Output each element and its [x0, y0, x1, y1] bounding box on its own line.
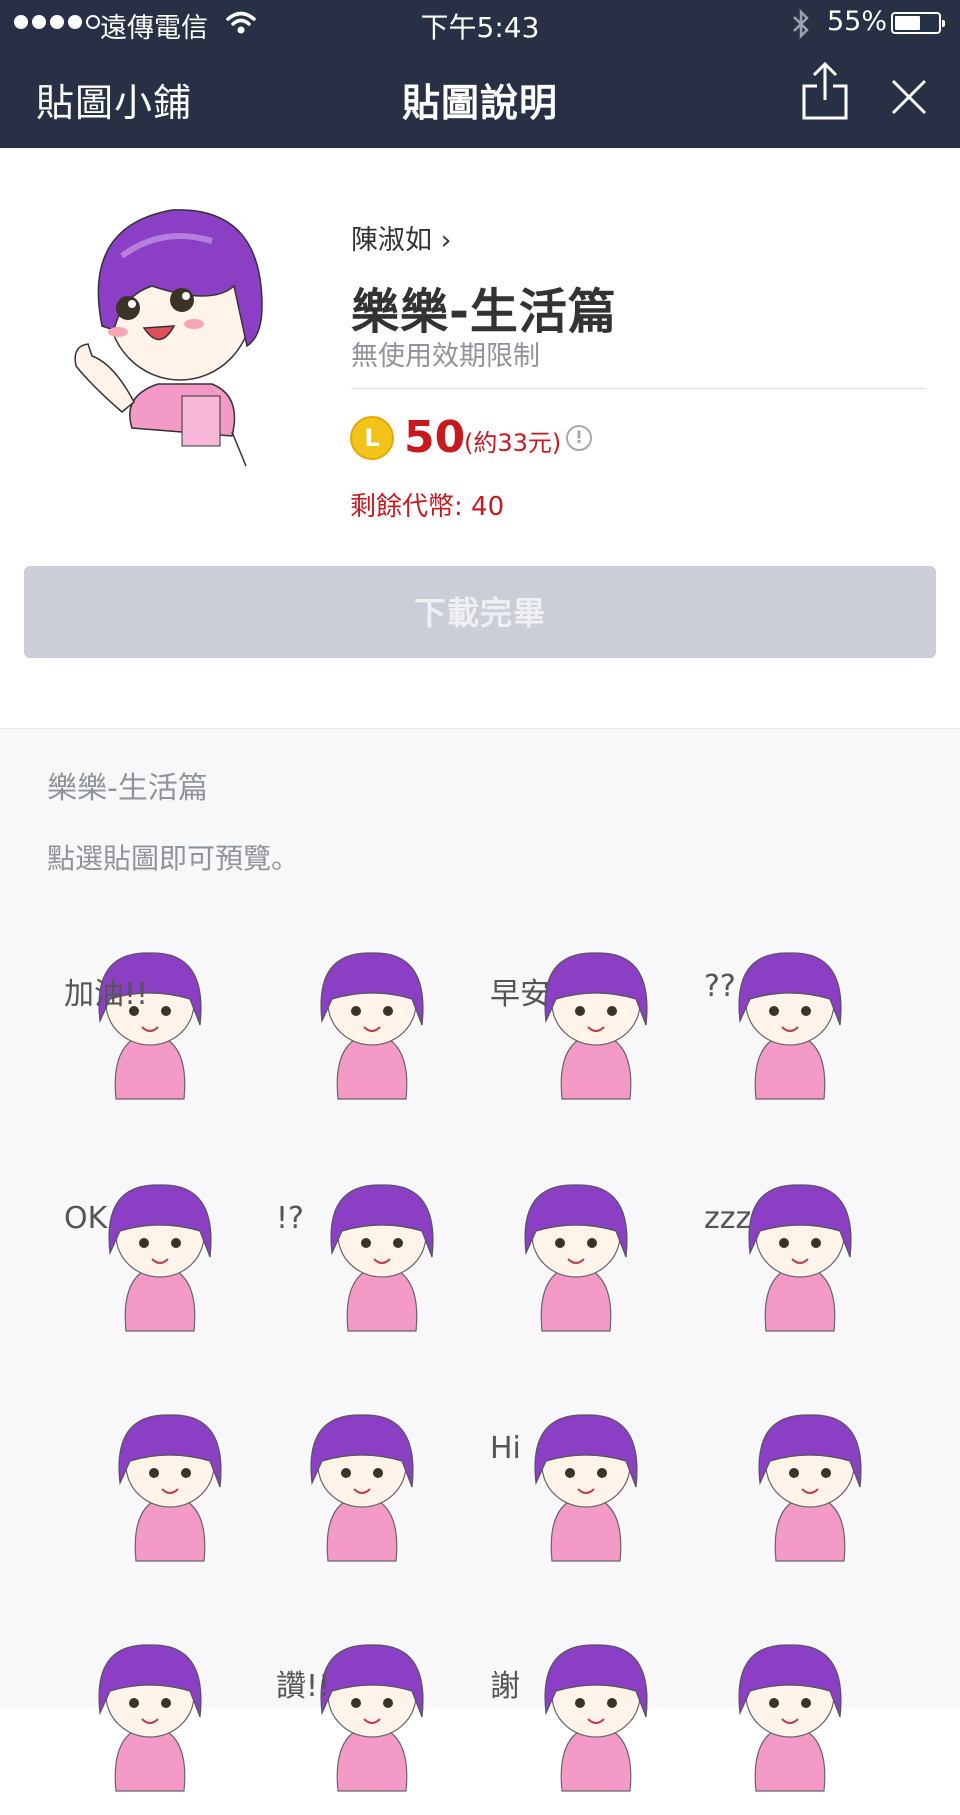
- sticker-thumbnail[interactable]: OK: [60, 1161, 260, 1351]
- author-name: 陳淑如: [351, 225, 432, 256]
- author-link[interactable]: 陳淑如 ›: [351, 218, 451, 257]
- price-value: 50: [404, 412, 466, 463]
- sticker-thumbnail[interactable]: zzz: [700, 1161, 900, 1351]
- share-icon[interactable]: [800, 60, 850, 126]
- sticker-thumbnail[interactable]: Hi: [486, 1391, 686, 1581]
- bluetooth-icon: [790, 8, 812, 44]
- sticker-caption: !?: [276, 1201, 304, 1236]
- sticker-thumbnail[interactable]: ??: [700, 929, 900, 1119]
- sticker-title: 樂樂-生活篇: [351, 284, 617, 340]
- price-approx: (約33元): [464, 429, 562, 457]
- sticker-thumbnail[interactable]: [60, 1391, 260, 1581]
- sticker-caption: zzz: [704, 1201, 752, 1236]
- sticker-caption: OK: [64, 1201, 108, 1236]
- sticker-caption: 加油!!: [64, 977, 149, 1012]
- sticker-thumbnail[interactable]: 謝: [486, 1621, 686, 1811]
- sticker-thumbnail[interactable]: [60, 1621, 260, 1811]
- sticker-preview-section: 樂樂-生活篇 點選貼圖即可預覽。 加油!! 早安?? OK!? zzz Hi 讚!! 謝: [0, 728, 960, 1792]
- sticker-caption: 謝: [490, 1669, 520, 1704]
- validity-text: 無使用效期限制: [351, 341, 540, 372]
- sticker-thumbnail[interactable]: !?: [272, 1161, 472, 1351]
- sticker-thumbnail[interactable]: [272, 1391, 472, 1581]
- pack-name: 樂樂-生活篇: [47, 771, 208, 806]
- battery-icon: [891, 12, 945, 34]
- remaining-tokens: 剩餘代幣: 40: [350, 492, 505, 522]
- close-icon[interactable]: [890, 78, 928, 120]
- line-coin-icon: L: [350, 416, 394, 460]
- status-bar: 遠傳電信 下午5:43 55%: [0, 0, 960, 50]
- sticker-thumbnail[interactable]: 早安: [486, 929, 686, 1119]
- sticker-caption: 讚!!: [276, 1669, 331, 1704]
- sticker-thumbnail[interactable]: 讚!!: [272, 1621, 472, 1811]
- sticker-thumbnail[interactable]: [272, 929, 472, 1119]
- sticker-thumbnail[interactable]: 加油!!: [60, 929, 260, 1119]
- chevron-right-icon: ›: [440, 225, 452, 256]
- download-complete-button[interactable]: 下載完畢: [24, 566, 936, 658]
- clock: 下午5:43: [420, 11, 540, 44]
- sticker-thumbnail[interactable]: [486, 1161, 686, 1351]
- sticker-caption: 早安: [490, 977, 550, 1012]
- top-bar: 遠傳電信 下午5:43 55% 貼圖小鋪 貼圖說明: [0, 0, 960, 148]
- sticker-caption: Hi: [490, 1431, 521, 1466]
- battery-percentage: 55%: [827, 6, 888, 37]
- sticker-thumbnail[interactable]: [700, 1621, 900, 1811]
- info-icon[interactable]: !: [566, 425, 592, 451]
- sticker-thumbnail[interactable]: [700, 1391, 900, 1581]
- sticker-main-image: [62, 196, 290, 472]
- preview-hint: 點選貼圖即可預覽。: [47, 842, 300, 875]
- sticker-caption: ??: [704, 969, 736, 1004]
- divider: [351, 388, 926, 389]
